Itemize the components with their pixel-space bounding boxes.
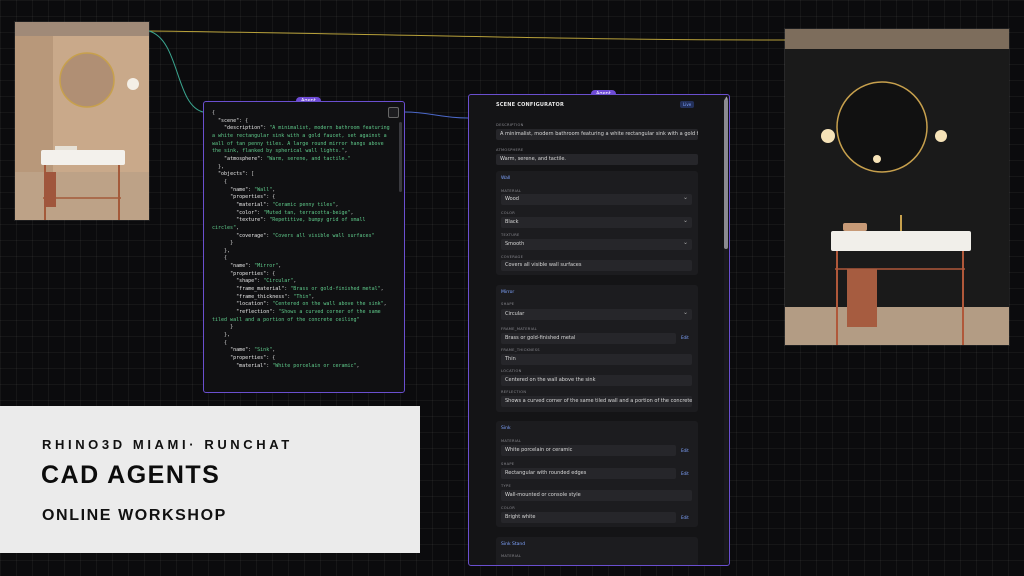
code-line: }, [212,247,231,254]
code-line: "material": "White porcelain or ceramic"… [236,362,360,369]
copy-icon[interactable] [388,107,399,118]
sink-section: Sink MATERIAL White porcelain or ceramic… [496,421,698,527]
sink-color-edit[interactable]: Edit [681,515,689,520]
code-line: "name": "Mirror", [230,263,282,270]
description-field[interactable]: A minimalist, modern bathroom featuring … [496,129,698,140]
wall-color-select[interactable]: Black [501,217,692,228]
code-line: { [212,255,228,262]
wall-texture-select[interactable]: Smooth [501,239,692,250]
code-line: "description": "A minimalist, modern bat… [212,125,393,155]
mirror-shape-label: SHAPE [501,302,515,306]
code-line: "coverage": "Covers all visible wall sur… [236,232,375,239]
code-line: { [212,339,228,346]
mirror-location-field[interactable]: Centered on the wall above the sink [501,375,692,386]
wall-color-label: COLOR [501,211,516,215]
code-line: { [212,178,228,185]
sink-type-field[interactable]: Wall-mounted or console style [501,490,692,501]
mirror-reflection-label: REFLECTION [501,390,527,394]
wire-left-to-right-photo [148,30,786,41]
workshop-title: CAD AGENTS [41,461,221,489]
code-line: "objects": [ [218,171,255,178]
code-line: "shape": "Circular", [236,278,297,285]
atmosphere-label: ATMOSPHERE [496,148,524,152]
code-line: "frame_material": "Brass or gold-finishe… [236,286,384,293]
code-line: } [212,324,234,331]
wall-texture-label: TEXTURE [501,233,520,237]
json-scrollbar[interactable] [399,122,402,192]
sink-stand-section-title: Sink Stand [501,542,526,547]
code-line: "frame_thickness": "Thin", [236,293,315,300]
wall-coverage-label: COVERAGE [501,255,524,259]
code-line: "properties": { [230,194,276,201]
sink-shape-label: SHAPE [501,462,515,466]
sink-shape-edit[interactable]: Edit [681,471,689,476]
code-line: "properties": { [230,355,276,361]
sink-shape-field[interactable]: Rectangular with rounded edges [501,468,676,479]
json-output-node[interactable]: { "scene": { "description": "A minimalis… [203,101,405,393]
wire-left-photo-to-json [148,30,204,113]
wall-material-select[interactable]: Wood [501,194,692,205]
wall-material-label: MATERIAL [501,189,522,193]
sink-stand-section: Sink Stand MATERIAL [496,537,698,565]
scroll-up-icon[interactable]: ▲ [725,95,728,100]
workshop-subtitle: ONLINE WORKSHOP [42,507,227,524]
workshop-title-card: RHINO3D MIAMI· RUNCHAT CAD AGENTS ONLINE… [0,406,420,553]
code-line: "name": "Wall", [230,186,276,193]
mirror-reflection-field[interactable]: Shows a curved corner of the same tiled … [501,396,692,407]
sink-material-edit[interactable]: Edit [681,448,689,453]
organizer-label: RHINO3D MIAMI· RUNCHAT [42,437,293,452]
sink-type-label: TYPE [501,484,512,488]
mirror-section: Mirror SHAPE Circular FRAME_MATERIAL Bra… [496,285,698,412]
code-line: "texture": "Repetitive, bumpy grid of sm… [212,217,369,231]
reference-photo-tan-bathroom [15,22,149,220]
code-line: "name": "Sink", [230,347,276,354]
code-line: "material": "Ceramic penny tiles", [236,201,339,208]
code-line: }, [212,332,231,339]
scene-configurator-panel[interactable]: SCENE CONFIGURATOR Live DESCRIPTION A mi… [468,94,730,566]
code-line: "atmosphere": "Warm, serene, and tactile… [224,155,351,162]
wall-section-title: Wall [501,176,511,181]
mirror-shape-select[interactable]: Circular [501,309,692,320]
live-badge: Live [680,101,695,108]
wall-section: Wall MATERIAL Wood COLOR Black TEXTURE S… [496,171,698,275]
panel-title: SCENE CONFIGURATOR [496,102,565,108]
code-line: "properties": { [230,270,276,277]
sink-section-title: Sink [501,426,511,431]
mirror-section-title: Mirror [501,290,515,295]
mirror-location-label: LOCATION [501,369,522,373]
panel-scrollbar-thumb[interactable] [724,99,728,249]
wire-json-to-config [404,111,469,119]
generated-photo-black-bathroom [785,29,1009,345]
mirror-frame-material-field[interactable]: Brass or gold-finished metal [501,333,676,344]
mirror-frame-material-edit[interactable]: Edit [681,335,689,340]
wall-coverage-field[interactable]: Covers all visible wall surfaces [501,260,692,271]
code-line: "scene": { [218,117,249,124]
mirror-frame-thickness-field[interactable]: Thin [501,354,692,365]
sink-material-field[interactable]: White porcelain or ceramic [501,445,676,456]
sink-color-label: COLOR [501,506,516,510]
code-line: "color": "Muted tan, terracotta-beige", [236,209,354,216]
sink-color-field[interactable]: Bright white [501,512,676,523]
code-line: "location": "Centered on the wall above … [236,301,387,308]
code-line: }, [212,163,225,170]
code-line: } [212,240,234,247]
mirror-frame-thickness-label: FRAME_THICKNESS [501,348,540,352]
atmosphere-field[interactable]: Warm, serene, and tactile. [496,154,698,165]
sink-material-label: MATERIAL [501,439,522,443]
description-label: DESCRIPTION [496,123,524,127]
code-line: "reflection": "Shows a curved corner of … [212,309,384,323]
mirror-frame-material-label: FRAME_MATERIAL [501,327,538,331]
code-line: { [212,110,216,116]
sink-stand-material-label: MATERIAL [501,554,522,558]
json-code-view[interactable]: { "scene": { "description": "A minimalis… [204,102,404,390]
